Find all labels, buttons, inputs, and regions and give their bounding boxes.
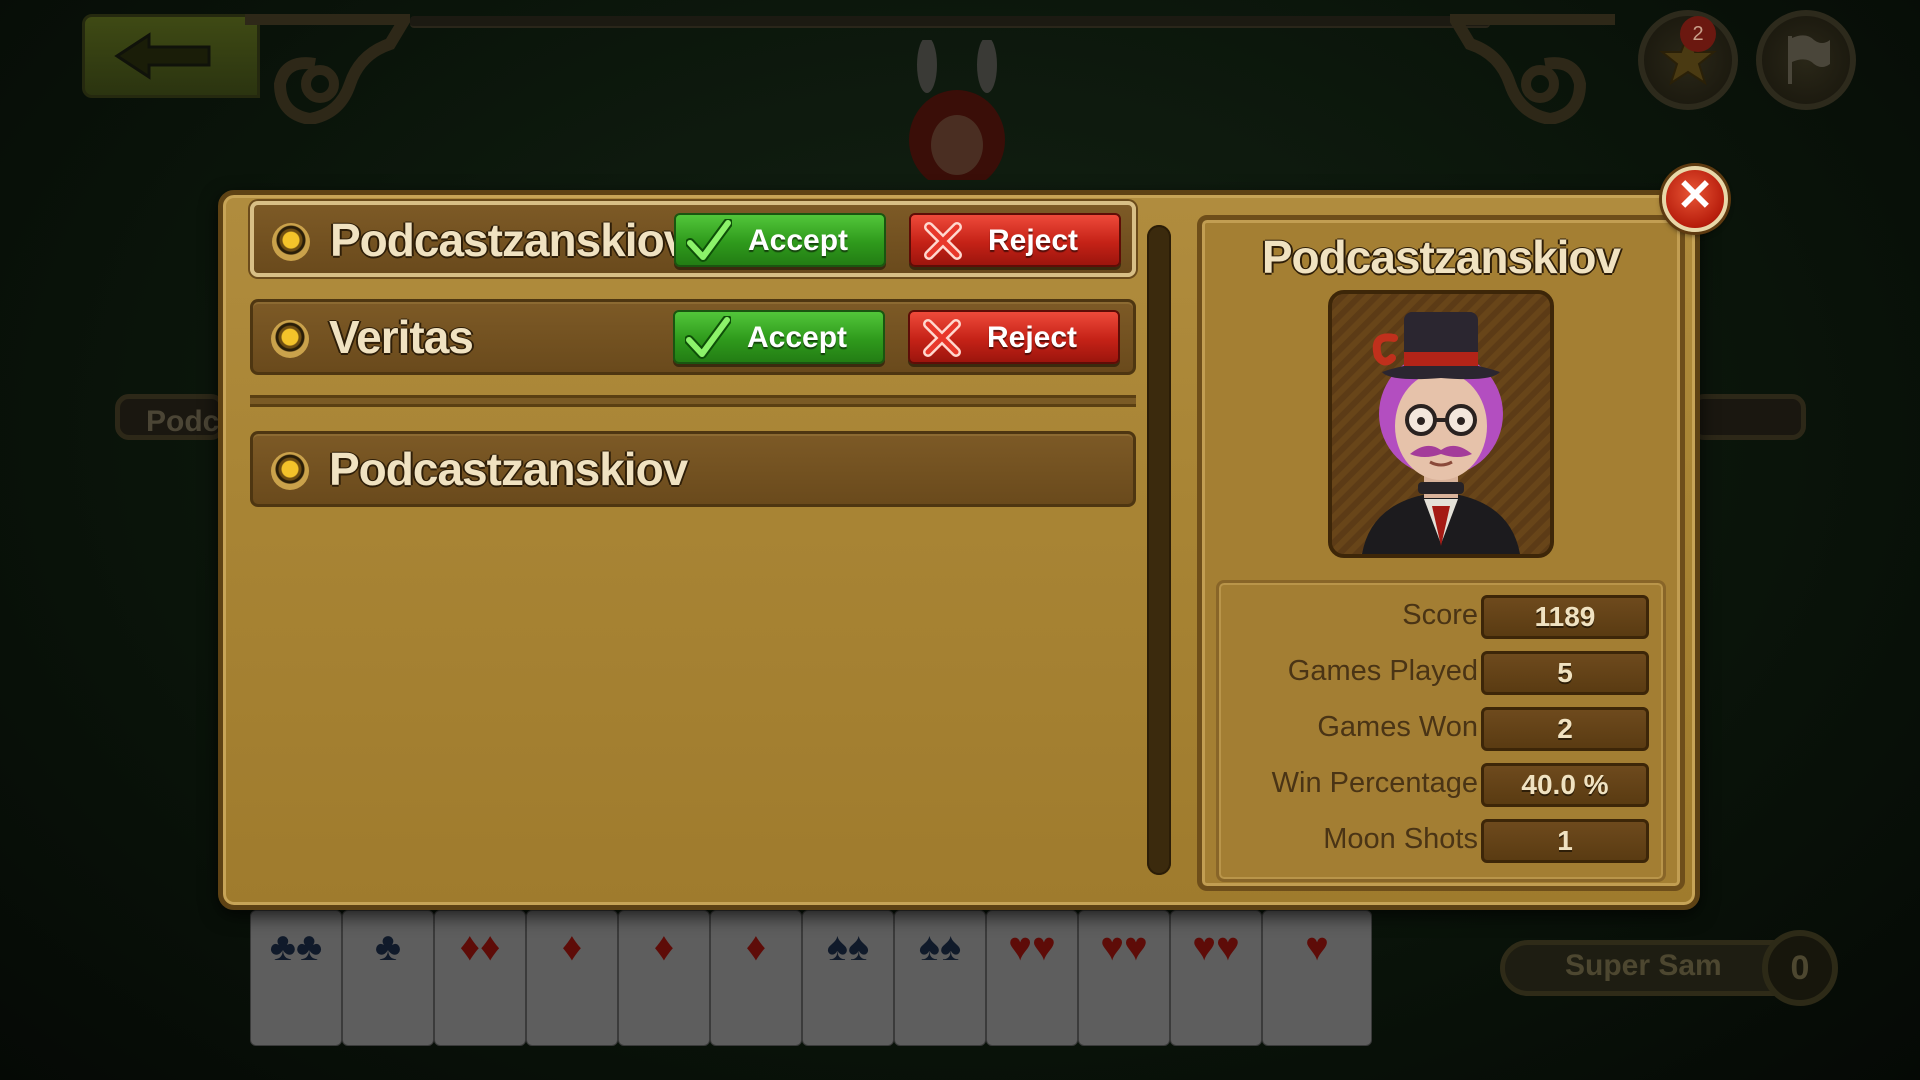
top-bar xyxy=(410,16,1490,28)
close-glyph: ✕ xyxy=(1676,171,1714,220)
request-name: Veritas xyxy=(329,311,474,363)
radio-dot-icon xyxy=(271,452,309,490)
profile-name: Podcastzanskiov xyxy=(1261,231,1621,283)
reject-button[interactable]: Reject xyxy=(908,310,1120,364)
ornament-left xyxy=(245,14,410,124)
stat-row-games-played: Games Played 5 xyxy=(1219,649,1663,695)
reject-label: Reject xyxy=(986,321,1078,354)
card[interactable]: ♥♥ xyxy=(1170,910,1262,1046)
card[interactable]: ♠♠ xyxy=(802,910,894,1046)
card[interactable]: ♦ xyxy=(710,910,802,1046)
accept-button[interactable]: Accept xyxy=(673,310,885,364)
section-divider xyxy=(250,395,1136,407)
x-icon xyxy=(923,319,961,357)
profile-panel: Podcastzanskiov Score 1189 Games Played … xyxy=(1197,215,1685,891)
friends-dialog: Podcastzanskiov Accept Reject Veritas Ac… xyxy=(218,190,1700,910)
ornament-right xyxy=(1450,14,1615,124)
stat-label: Games Won xyxy=(1317,711,1478,743)
card[interactable]: ♠♠ xyxy=(894,910,986,1046)
friend-request-row[interactable]: Podcastzanskiov Accept Reject xyxy=(250,201,1136,277)
friend-request-row[interactable]: Veritas Accept Reject xyxy=(250,299,1136,375)
stat-label: Score xyxy=(1402,599,1478,631)
flag-icon xyxy=(1788,35,1830,84)
friend-row[interactable]: Podcastzanskiov xyxy=(250,431,1136,507)
stat-value: 1 xyxy=(1481,819,1649,863)
left-player-label: Podc xyxy=(115,394,225,440)
card[interactable]: ♦ xyxy=(618,910,710,1046)
stat-value: 1189 xyxy=(1481,595,1649,639)
stat-label: Win Percentage xyxy=(1271,767,1478,799)
friend-name: Podcastzanskiov xyxy=(329,443,688,495)
stat-label: Games Played xyxy=(1287,655,1478,687)
card[interactable]: ♥♥ xyxy=(1078,910,1170,1046)
stat-row-win-percentage: Win Percentage 40.0 % xyxy=(1219,761,1663,807)
stat-value: 5 xyxy=(1481,651,1649,695)
request-name: Podcastzanskiov xyxy=(330,214,689,266)
check-icon xyxy=(686,219,732,262)
close-icon[interactable]: ✕ xyxy=(1662,166,1728,232)
card[interactable]: ♦ xyxy=(526,910,618,1046)
card[interactable]: ♥♥ xyxy=(986,910,1078,1046)
x-icon xyxy=(924,222,962,260)
player-score: 0 xyxy=(1762,930,1838,1006)
avatar xyxy=(1328,290,1554,558)
left-player-name: Podc xyxy=(146,405,220,438)
card[interactable]: ♦♦ xyxy=(434,910,526,1046)
scrollbar[interactable] xyxy=(1147,225,1171,875)
back-arrow-icon xyxy=(114,32,211,80)
reject-button[interactable]: Reject xyxy=(909,213,1121,267)
radio-dot-icon xyxy=(271,320,309,358)
back-button[interactable] xyxy=(82,14,260,98)
stat-value: 2 xyxy=(1481,707,1649,751)
opponent-avatar-top xyxy=(909,40,1005,180)
stat-value: 40.0 % xyxy=(1481,763,1649,807)
stat-row-score: Score 1189 xyxy=(1219,593,1663,639)
surrender-button[interactable] xyxy=(1756,10,1856,110)
card[interactable]: ♣♣ xyxy=(250,910,342,1046)
stats-box: Score 1189 Games Played 5 Games Won 2 Wi… xyxy=(1216,580,1666,882)
card[interactable]: ♣ xyxy=(342,910,434,1046)
accept-label: Accept xyxy=(747,224,849,257)
notification-badge: 2 xyxy=(1680,16,1716,52)
right-player-label xyxy=(1690,394,1806,440)
accept-label: Accept xyxy=(746,321,848,354)
check-icon xyxy=(685,316,731,359)
avatar-portrait xyxy=(1332,294,1550,554)
stat-row-games-won: Games Won 2 xyxy=(1219,705,1663,751)
player-name: Super Sam xyxy=(1565,949,1722,982)
accept-button[interactable]: Accept xyxy=(674,213,886,267)
stat-label: Moon Shots xyxy=(1323,823,1478,855)
stat-row-moon-shots: Moon Shots 1 xyxy=(1219,817,1663,863)
reject-label: Reject xyxy=(987,224,1079,257)
radio-dot-icon xyxy=(272,223,310,261)
card[interactable]: ♥ xyxy=(1262,910,1372,1046)
